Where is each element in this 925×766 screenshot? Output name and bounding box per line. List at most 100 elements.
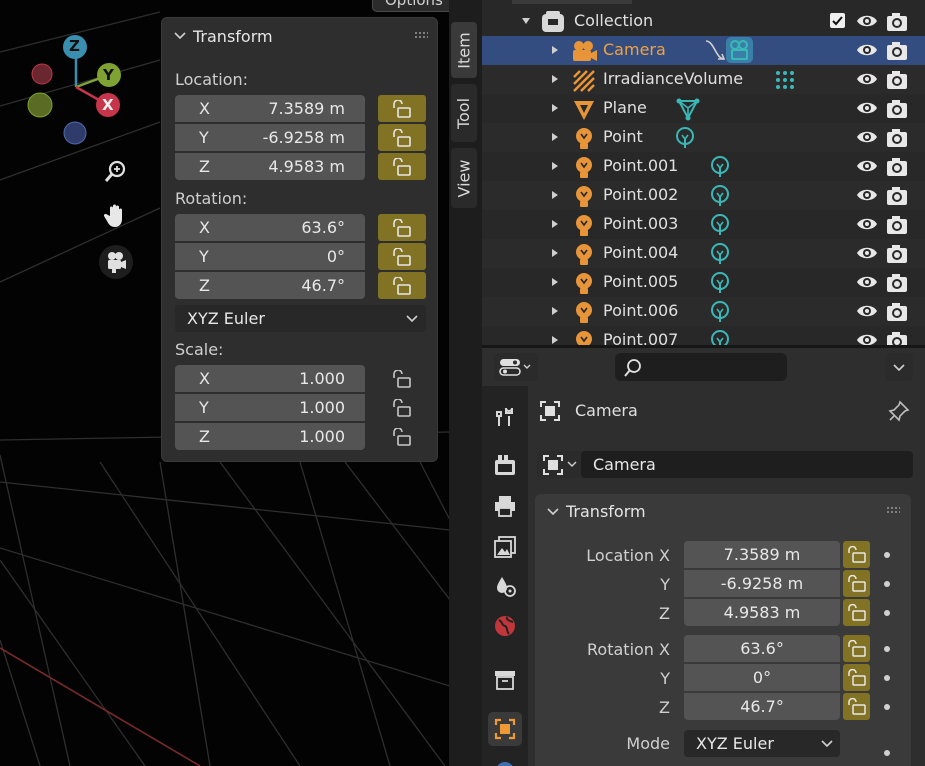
keyframe-dot-icon[interactable] xyxy=(884,646,890,652)
camera-view-icon[interactable] xyxy=(99,245,133,279)
expand-triangle-icon[interactable] xyxy=(552,162,558,170)
expand-triangle-icon[interactable] xyxy=(552,191,558,199)
outliner-row-plane[interactable]: Plane xyxy=(482,94,925,123)
object-type-button[interactable] xyxy=(537,451,581,478)
render-camera-icon[interactable] xyxy=(886,41,908,65)
tab-object[interactable] xyxy=(488,712,522,746)
outliner-row-point-003[interactable]: Point.003 xyxy=(482,210,925,239)
properties-search-input[interactable] xyxy=(615,353,787,381)
editor-type-button[interactable] xyxy=(494,353,538,381)
outliner-row-point[interactable]: Point xyxy=(482,123,925,152)
collection-checkbox[interactable] xyxy=(830,13,845,28)
render-camera-icon[interactable] xyxy=(886,215,908,239)
eye-icon[interactable] xyxy=(856,13,878,29)
keyframe-dot-icon[interactable] xyxy=(884,581,890,587)
tab-output[interactable] xyxy=(488,489,522,523)
scale-x-field[interactable]: X 1.000 xyxy=(175,365,365,392)
outliner-row-point-004[interactable]: Point.004 xyxy=(482,239,925,268)
keyframe-dot-icon[interactable] xyxy=(884,704,890,710)
render-camera-icon[interactable] xyxy=(886,331,908,345)
lock-location-z-button[interactable] xyxy=(378,153,426,180)
lock-scale-y-button[interactable] xyxy=(378,394,426,421)
eye-icon[interactable] xyxy=(856,158,878,178)
prop-lock-button[interactable] xyxy=(843,599,870,626)
location-x-field[interactable]: X 7.3589 m xyxy=(175,95,365,122)
expand-triangle-icon[interactable] xyxy=(552,249,558,257)
pin-icon[interactable] xyxy=(888,400,910,422)
outliner-row-point-006[interactable]: Point.006 xyxy=(482,297,925,326)
lock-rotation-z-button[interactable] xyxy=(378,272,426,299)
rotation-y-field[interactable]: Y 0° xyxy=(175,243,365,270)
zoom-icon[interactable] xyxy=(99,154,133,188)
lock-rotation-y-button[interactable] xyxy=(378,243,426,270)
outliner-row-camera[interactable]: Camera xyxy=(482,36,925,65)
tab-view[interactable]: View xyxy=(451,148,477,208)
eye-icon[interactable] xyxy=(856,129,878,149)
lock-location-y-button[interactable] xyxy=(378,124,426,151)
mesh-data-icon[interactable] xyxy=(676,97,700,121)
outliner-row-point-002[interactable]: Point.002 xyxy=(482,181,925,210)
lock-scale-x-button[interactable] xyxy=(378,365,426,392)
scale-z-field[interactable]: Z 1.000 xyxy=(175,423,365,450)
prop-rotation-z-field[interactable]: 46.7° xyxy=(684,693,840,720)
prop-lock-button[interactable] xyxy=(843,570,870,597)
light-data-icon[interactable] xyxy=(673,126,697,150)
light-data-icon[interactable] xyxy=(708,155,732,179)
options-button[interactable]: Options xyxy=(372,0,450,12)
tab-collection[interactable] xyxy=(488,662,522,696)
tab-tool[interactable]: Tool xyxy=(451,84,477,142)
light-data-icon[interactable] xyxy=(708,242,732,266)
transform-panel-header[interactable]: Transform xyxy=(162,18,437,56)
prop-location-x-field[interactable]: 7.3589 m xyxy=(684,541,840,568)
expand-triangle-icon[interactable] xyxy=(552,75,558,83)
eye-icon[interactable] xyxy=(856,187,878,207)
expand-triangle-icon[interactable] xyxy=(552,104,558,112)
tab-item[interactable]: Item xyxy=(451,22,477,78)
eye-icon[interactable] xyxy=(856,303,878,323)
options-dropdown-button[interactable] xyxy=(885,353,913,381)
prop-lock-button[interactable] xyxy=(843,635,870,662)
chevron-down-icon[interactable] xyxy=(546,505,560,519)
drag-grip-icon[interactable] xyxy=(886,506,900,514)
eye-icon[interactable] xyxy=(856,216,878,236)
prop-lock-button[interactable] xyxy=(843,541,870,568)
prop-location-z-field[interactable]: 4.9583 m xyxy=(684,599,840,626)
eye-icon[interactable] xyxy=(856,100,878,120)
tab-modifiers[interactable] xyxy=(488,754,522,766)
lock-location-x-button[interactable] xyxy=(378,95,426,122)
prop-rotation-y-field[interactable]: 0° xyxy=(684,664,840,691)
3d-viewport[interactable]: Options Z Y X Transform Location: X 7.358… xyxy=(0,0,450,766)
prop-location-y-field[interactable]: -6.9258 m xyxy=(684,570,840,597)
light-data-icon[interactable] xyxy=(708,300,732,324)
tab-tool-settings[interactable] xyxy=(488,399,522,433)
rotation-z-field[interactable]: Z 46.7° xyxy=(175,272,365,299)
outliner-row-point-001[interactable]: Point.001 xyxy=(482,152,925,181)
tab-view-layer[interactable] xyxy=(488,530,522,564)
expand-triangle-icon[interactable] xyxy=(552,336,558,344)
tab-scene[interactable] xyxy=(488,569,522,603)
expand-triangle-icon[interactable] xyxy=(552,220,558,228)
expand-triangle-icon[interactable] xyxy=(552,133,558,141)
render-camera-icon[interactable] xyxy=(886,186,908,210)
eye-icon[interactable] xyxy=(856,71,878,91)
prop-lock-button[interactable] xyxy=(843,693,870,720)
keyframe-dot-icon[interactable] xyxy=(884,750,890,756)
keyframe-dot-icon[interactable] xyxy=(884,610,890,616)
render-camera-icon[interactable] xyxy=(886,70,908,94)
tab-render[interactable] xyxy=(488,448,522,482)
light-data-icon[interactable] xyxy=(708,271,732,295)
render-camera-icon[interactable] xyxy=(886,244,908,268)
lightprobe-grid-icon[interactable] xyxy=(773,68,797,92)
expand-triangle-icon[interactable] xyxy=(552,46,558,54)
eye-icon[interactable] xyxy=(856,245,878,265)
expand-triangle-icon[interactable] xyxy=(522,18,530,24)
prop-lock-button[interactable] xyxy=(843,664,870,691)
keyframe-dot-icon[interactable] xyxy=(884,675,890,681)
rotation-mode-dropdown[interactable]: XYZ Euler xyxy=(684,730,840,757)
render-camera-icon[interactable] xyxy=(886,273,908,297)
pan-hand-icon[interactable] xyxy=(99,199,133,233)
prop-rotation-x-field[interactable]: 63.6° xyxy=(684,635,840,662)
outliner-row-point-005[interactable]: Point.005 xyxy=(482,268,925,297)
lock-scale-z-button[interactable] xyxy=(378,423,426,450)
scale-y-field[interactable]: Y 1.000 xyxy=(175,394,365,421)
